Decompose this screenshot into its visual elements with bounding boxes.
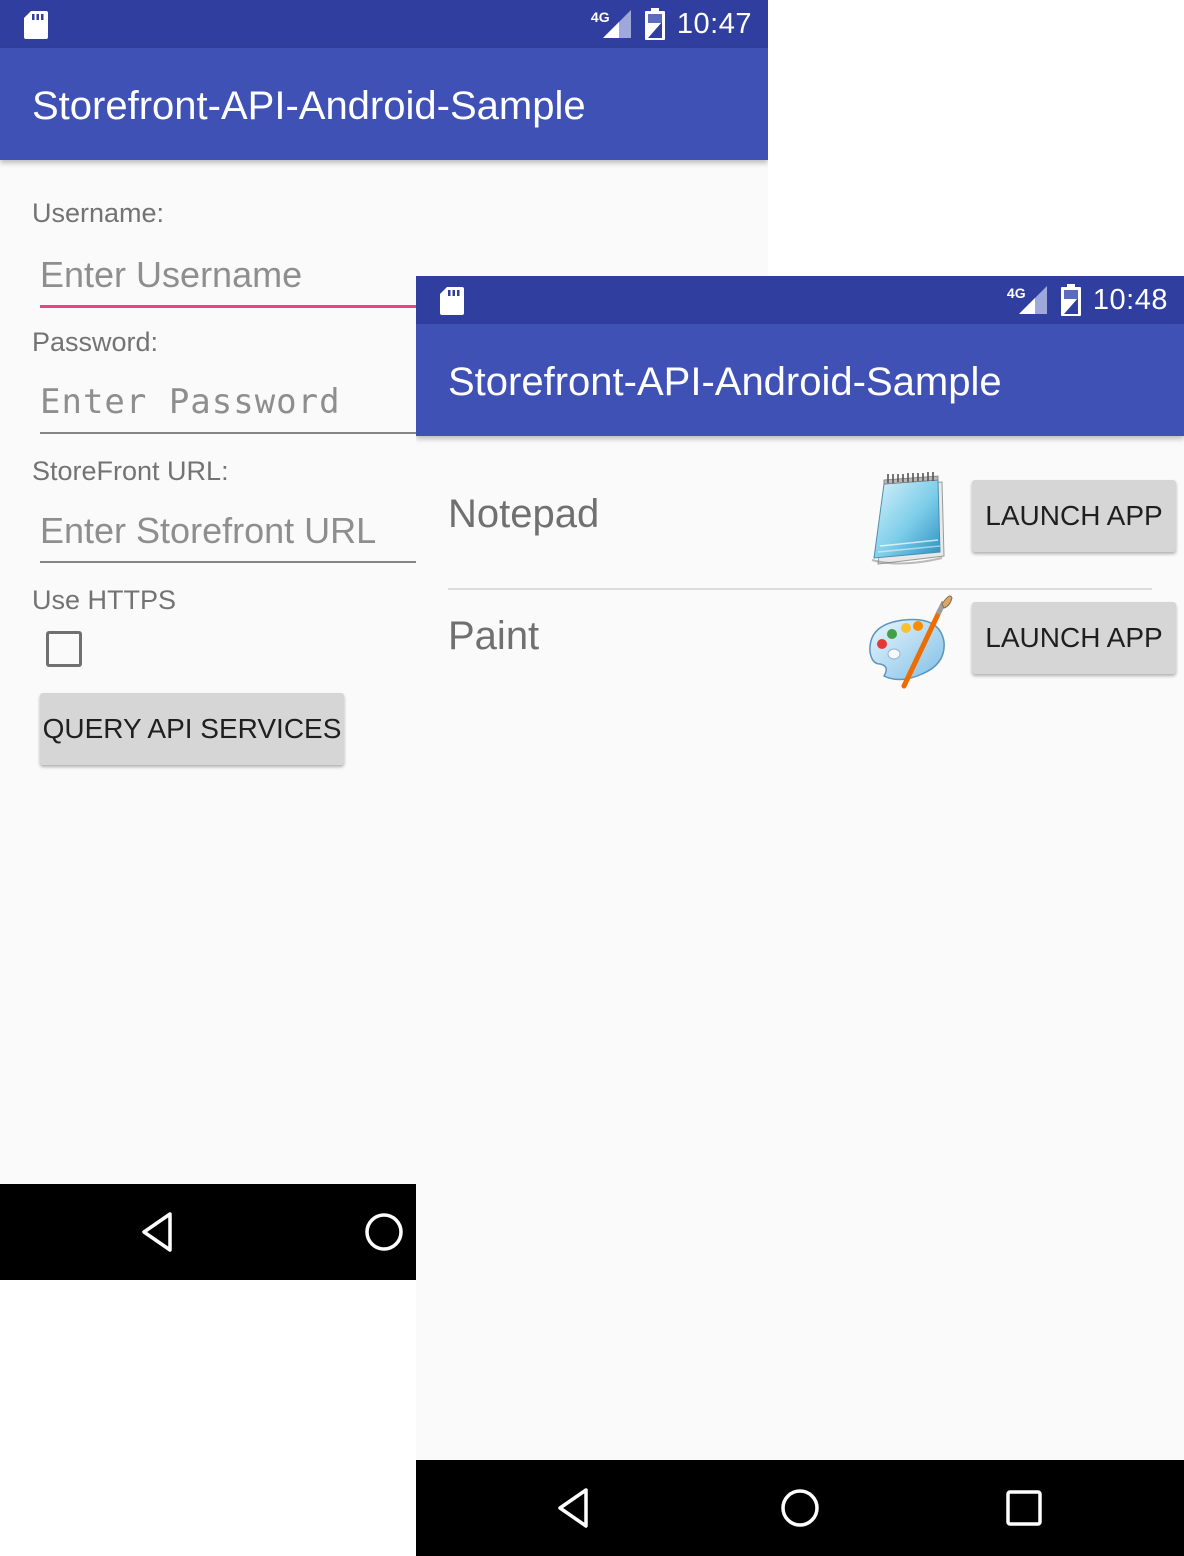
nav-bar bbox=[416, 1460, 1184, 1556]
sd-card-icon bbox=[440, 287, 464, 315]
storefront-url-label: StoreFront URL: bbox=[32, 456, 229, 486]
home-icon[interactable] bbox=[776, 1484, 824, 1532]
notepad-icon bbox=[871, 472, 945, 565]
launch-notepad-button[interactable]: LAUNCH APP bbox=[972, 480, 1176, 552]
apps-screen: 4G 10:48 Storefront-API-Android-Sample N… bbox=[416, 276, 1184, 1556]
paint-palette-icon bbox=[869, 595, 953, 689]
app-row-notepad: Notepad LAUNCH APP bbox=[448, 472, 1176, 586]
signal-icon: 4G bbox=[1007, 284, 1047, 316]
battery-icon bbox=[1060, 284, 1081, 316]
home-icon[interactable] bbox=[360, 1208, 408, 1256]
app-row-paint: Paint LAUNCH APP bbox=[448, 594, 1176, 708]
use-https-checkbox[interactable] bbox=[46, 631, 82, 667]
query-api-services-button[interactable]: QUERY API SERVICES bbox=[40, 693, 344, 765]
app-name: Notepad bbox=[448, 492, 600, 536]
status-time: 10:48 bbox=[1092, 283, 1168, 316]
signal-icon: 4G bbox=[591, 8, 631, 40]
status-time: 10:47 bbox=[676, 7, 752, 40]
use-https-label: Use HTTPS bbox=[32, 585, 177, 615]
back-icon[interactable] bbox=[136, 1208, 184, 1256]
app-bar: Storefront-API-Android-Sample bbox=[0, 48, 768, 160]
recents-icon[interactable] bbox=[1000, 1484, 1048, 1532]
row-divider bbox=[448, 588, 1152, 590]
app-name: Paint bbox=[448, 614, 540, 658]
app-title: Storefront-API-Android-Sample bbox=[448, 360, 1002, 404]
status-bar: 4G 10:47 bbox=[0, 0, 768, 48]
app-title: Storefront-API-Android-Sample bbox=[32, 84, 586, 128]
launch-paint-button[interactable]: LAUNCH APP bbox=[972, 602, 1176, 674]
username-label: Username: bbox=[32, 198, 165, 228]
status-bar: 4G 10:48 bbox=[416, 276, 1184, 324]
back-icon[interactable] bbox=[552, 1484, 600, 1532]
battery-icon bbox=[644, 8, 665, 40]
password-label: Password: bbox=[32, 327, 159, 357]
sd-card-icon bbox=[24, 11, 48, 39]
app-bar: Storefront-API-Android-Sample bbox=[416, 324, 1184, 436]
